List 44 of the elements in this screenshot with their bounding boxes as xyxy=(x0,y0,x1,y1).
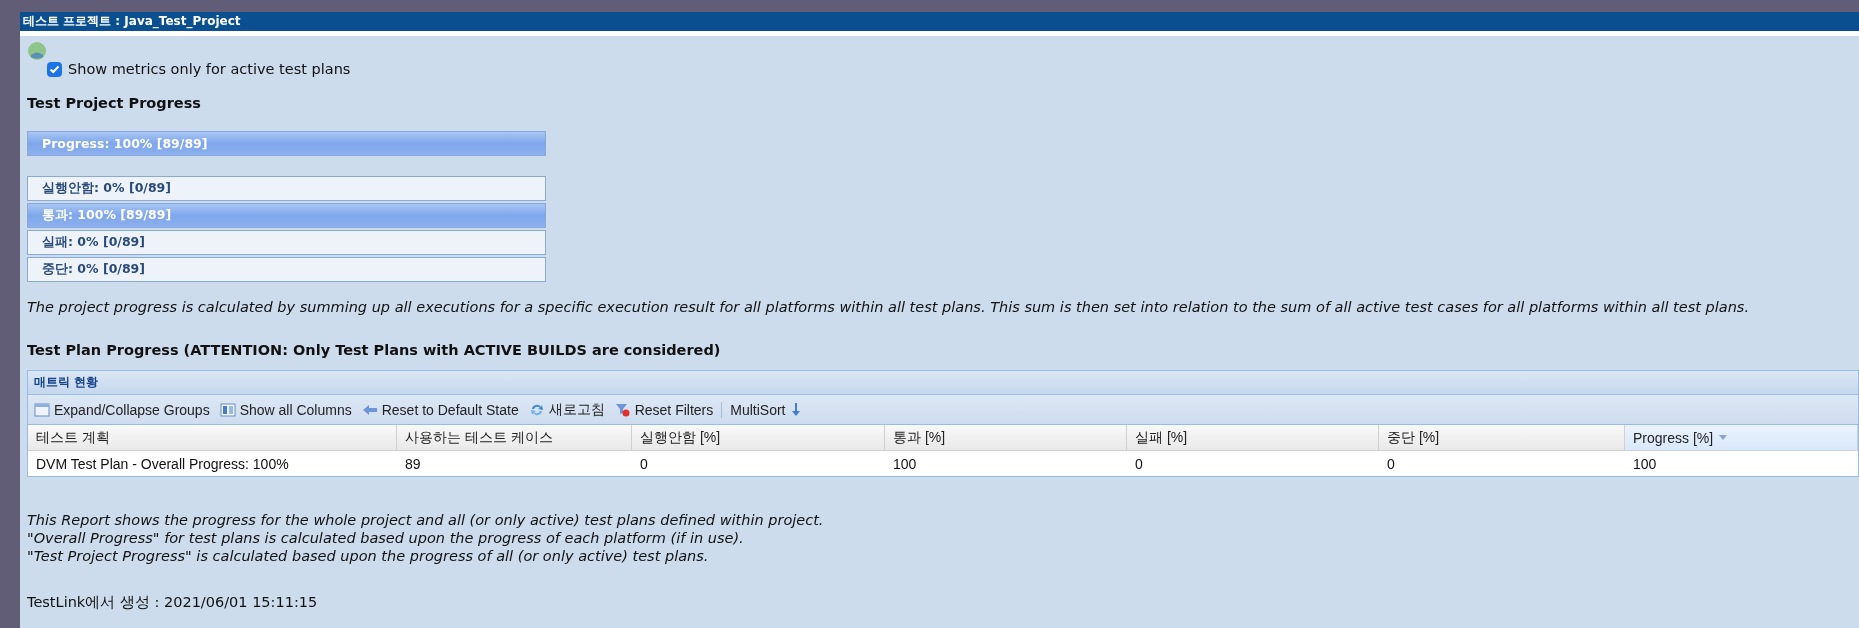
progress-label: 통과: 100% [89/89] xyxy=(41,207,172,224)
progress-label: Progress: 100% [89/89] xyxy=(41,136,208,151)
toolbar-button[interactable]: 새로고침 xyxy=(526,400,607,419)
back-arrow-icon xyxy=(361,402,378,417)
table-cell-text: 0 xyxy=(639,454,649,474)
globe-icon xyxy=(27,41,47,61)
toolbar-button[interactable]: Show all Columns xyxy=(217,401,354,418)
toolbar-button[interactable]: Reset to Default State xyxy=(359,401,521,418)
table-cell-text: 100 xyxy=(892,454,918,474)
section-heading: Test Project Progress xyxy=(27,95,202,111)
column-header[interactable]: 테스트 계획 xyxy=(28,425,397,451)
columns-icon xyxy=(219,402,236,417)
sort-caret-icon xyxy=(1719,435,1728,440)
filter-icon xyxy=(614,402,631,417)
toolbar-button[interactable]: Reset Filters xyxy=(612,401,716,418)
description-text: The project progress is calculated by summing up all executions for a specific execution result for all platforms within all test plans. This sum is then set into relation to the sum of all active test cases for all platforms within all test plans. xyxy=(27,298,1750,316)
table-cell-text: 0 xyxy=(1134,454,1144,474)
sort-icon xyxy=(789,402,802,417)
section-heading: Test Plan Progress (ATTENTION: Only Test Plans with ACTIVE BUILDS are considered) xyxy=(27,342,722,358)
column-header[interactable]: 중단 [%] xyxy=(1379,425,1625,451)
table-cell-text: 89 xyxy=(404,454,422,474)
checkbox-label: Show metrics only for active test plans xyxy=(68,61,351,77)
footnote-text: "Test Project Progress" is calculated based upon the progress of all (or only active) test plans. xyxy=(27,547,710,565)
progress-label: 실패: 0% [0/89] xyxy=(41,234,145,251)
column-header[interactable]: 실행안함 [%] xyxy=(632,425,885,451)
column-header[interactable]: 실패 [%] xyxy=(1127,425,1379,451)
window-title: 테스트 프로젝트 : Java_Test_Project xyxy=(23,13,241,30)
table-cell-text: 100 xyxy=(1632,454,1658,474)
grid-title: 매트릭 현황 xyxy=(34,374,99,391)
toolbar-button[interactable]: MultiSort xyxy=(728,401,804,418)
toolbar-button[interactable]: Expand/Collapse Groups xyxy=(32,401,212,418)
refresh-icon xyxy=(528,402,545,417)
generated-timestamp: TestLink에서 생성 : 2021/06/01 15:11:15 xyxy=(27,593,319,612)
checkbox[interactable] xyxy=(47,61,62,77)
panel-icon xyxy=(34,402,50,417)
column-header[interactable]: 통과 [%] xyxy=(885,425,1127,451)
column-header[interactable]: 사용하는 테스트 케이스 xyxy=(397,425,632,451)
progress-label: 실행안함: 0% [0/89] xyxy=(41,180,171,197)
footnote-text: This Report shows the progress for the whole project and all (or only active) test plans defined within project. xyxy=(27,511,825,529)
column-header[interactable]: Progress [%] xyxy=(1625,425,1858,451)
footnote-text: "Overall Progress" for test plans is calculated based upon the progress of each platform (if in use). xyxy=(27,529,745,547)
progress-label: 중단: 0% [0/89] xyxy=(41,261,145,278)
table-cell-text: 0 xyxy=(1386,454,1396,474)
table-cell-text: DVM Test Plan - Overall Progress: 100% xyxy=(35,454,290,474)
